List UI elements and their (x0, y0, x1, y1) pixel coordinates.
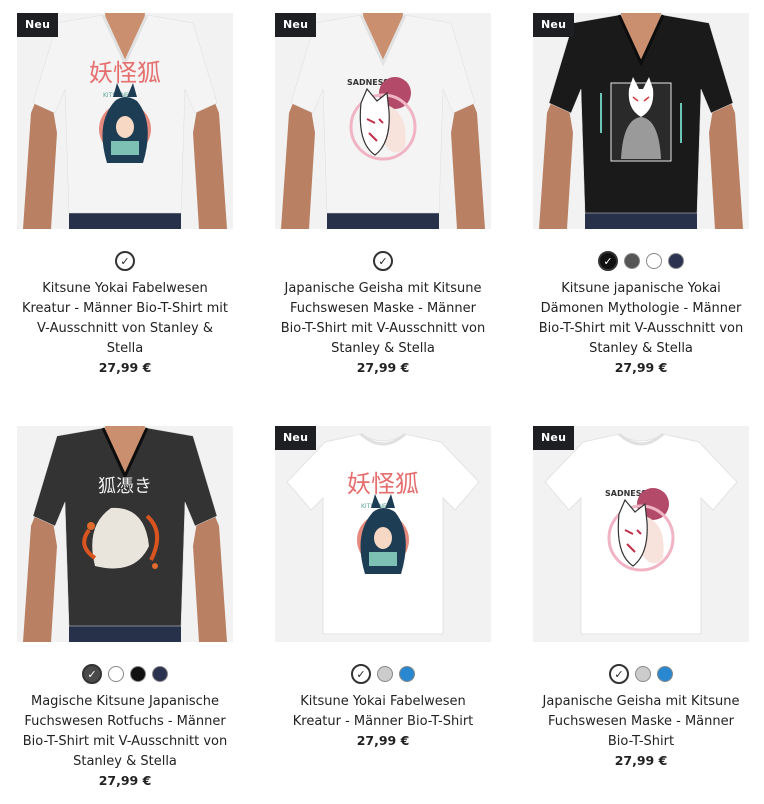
product-image[interactable]: 妖怪狐KITSUNENeu (275, 426, 491, 642)
product-image[interactable]: SADNESS Neu (533, 426, 749, 642)
product-title[interactable]: Japanische Geisha mit Kitsune Fuchswesen… (533, 692, 749, 752)
color-swatch[interactable]: ✓ (351, 664, 371, 684)
product-image[interactable]: 妖怪狐KITSUNENeu (17, 13, 233, 229)
product-price: 27,99 € (356, 733, 410, 748)
new-badge: Neu (275, 426, 317, 450)
checkmark-icon: ✓ (603, 254, 613, 268)
product-card[interactable]: Neu ✓ Kitsune japanische Yokai Dämonen Myt… (533, 13, 749, 375)
color-swatch[interactable] (399, 666, 415, 682)
color-swatches: ✓ (533, 251, 749, 271)
product-grid: 妖怪狐KITSUNENeu ✓ Kitsune Yokai Fabelwesen K… (0, 0, 764, 804)
product-title[interactable]: Kitsune Yokai Fabelwesen Kreatur - Männe… (17, 279, 233, 359)
product-price: 27,99 € (614, 360, 668, 375)
color-swatch[interactable] (130, 666, 146, 682)
product-price: 27,99 € (614, 753, 668, 768)
product-title[interactable]: Magische Kitsune Japanische Fuchswesen R… (17, 692, 233, 772)
svg-text:狐憑き: 狐憑き (98, 476, 152, 497)
new-badge: Neu (533, 426, 575, 450)
product-image[interactable]: Neu (533, 13, 749, 229)
checkmark-icon: ✓ (356, 667, 366, 681)
color-swatch[interactable]: ✓ (373, 251, 393, 271)
svg-text:妖怪狐: 妖怪狐 (89, 59, 161, 87)
product-price: 27,99 € (356, 360, 410, 375)
color-swatch[interactable] (646, 253, 662, 269)
color-swatches: ✓ (275, 664, 491, 684)
color-swatches: ✓ (17, 664, 233, 684)
product-title[interactable]: Kitsune Yokai Fabelwesen Kreatur - Männe… (275, 692, 491, 732)
color-swatch[interactable]: ✓ (598, 251, 618, 271)
product-image[interactable]: 狐憑き (17, 426, 233, 642)
product-title[interactable]: Kitsune japanische Yokai Dämonen Mytholo… (533, 279, 749, 359)
color-swatch[interactable]: ✓ (609, 664, 629, 684)
checkmark-icon: ✓ (120, 254, 130, 268)
product-card[interactable]: 狐憑き ✓ Magische Kitsune Japanische Fuchswes… (17, 426, 233, 788)
new-badge: Neu (275, 13, 317, 37)
color-swatch[interactable]: ✓ (82, 664, 102, 684)
new-badge: Neu (17, 13, 59, 37)
product-card[interactable]: 妖怪狐KITSUNENeu ✓ Kitsune Yokai Fabelwesen K… (17, 13, 233, 375)
product-card[interactable]: SADNESS Neu ✓ Japanische Geisha mit Kitsune… (275, 13, 491, 375)
product-price: 27,99 € (98, 360, 152, 375)
svg-text:妖怪狐: 妖怪狐 (347, 470, 419, 498)
color-swatch[interactable]: ✓ (115, 251, 135, 271)
new-badge: Neu (533, 13, 575, 37)
product-card[interactable]: 妖怪狐KITSUNENeu ✓ Kitsune Yokai Fabelwesen K… (275, 426, 491, 748)
color-swatch[interactable] (668, 253, 684, 269)
checkmark-icon: ✓ (614, 667, 624, 681)
checkmark-icon: ✓ (87, 667, 97, 681)
product-image[interactable]: SADNESS Neu (275, 13, 491, 229)
color-swatch[interactable] (377, 666, 393, 682)
color-swatch[interactable] (635, 666, 651, 682)
color-swatches: ✓ (533, 664, 749, 684)
color-swatches: ✓ (275, 251, 491, 271)
color-swatch[interactable] (152, 666, 168, 682)
color-swatch[interactable] (657, 666, 673, 682)
product-price: 27,99 € (98, 773, 152, 788)
color-swatch[interactable] (624, 253, 640, 269)
product-card[interactable]: SADNESS Neu ✓ Japanische Geisha mit Kitsune… (533, 426, 749, 768)
color-swatches: ✓ (17, 251, 233, 271)
checkmark-icon: ✓ (378, 254, 388, 268)
color-swatch[interactable] (108, 666, 124, 682)
product-title[interactable]: Japanische Geisha mit Kitsune Fuchswesen… (275, 279, 491, 359)
